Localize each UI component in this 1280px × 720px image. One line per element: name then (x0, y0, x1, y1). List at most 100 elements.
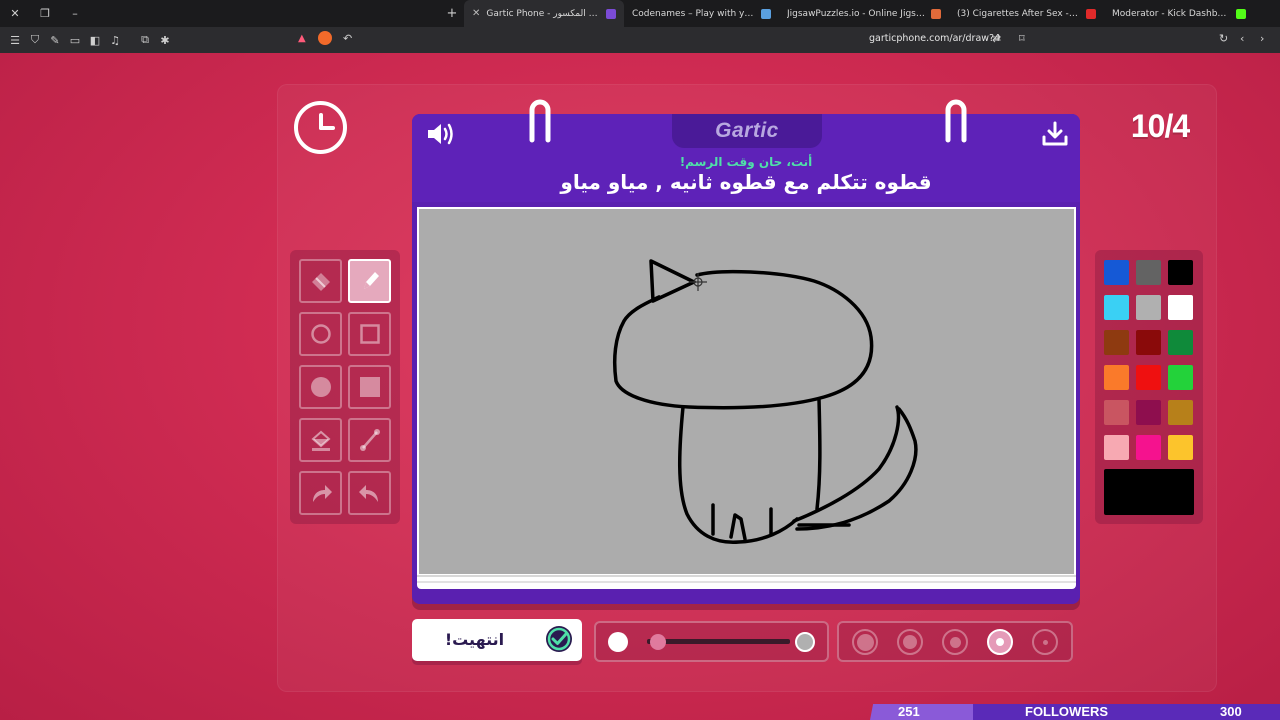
brush-size-option[interactable] (897, 629, 923, 655)
brush-size-dot-icon (856, 633, 874, 651)
square-outline-icon (359, 324, 380, 344)
color-swatch[interactable] (1136, 330, 1161, 355)
puzzle-icon[interactable]: ✱ (155, 34, 175, 47)
forward-icon[interactable]: › (1260, 32, 1264, 45)
gartic-logo: Gartic (715, 119, 779, 142)
rectangle-outline-tool[interactable] (348, 312, 391, 356)
music-icon[interactable]: ♫ (105, 34, 125, 47)
tab-favicon-icon (1086, 8, 1096, 19)
tab-favicon-icon (1236, 8, 1246, 19)
color-swatch[interactable] (1168, 365, 1193, 390)
brush-size-option[interactable] (1032, 629, 1058, 655)
menu-icon[interactable]: ☰ (5, 34, 25, 47)
brush-size-option[interactable] (987, 629, 1013, 655)
followers-goal: 300 (1220, 704, 1242, 719)
circle-fill-icon (310, 377, 331, 397)
reload-icon[interactable]: ↻ (1219, 32, 1228, 45)
download-icon[interactable] (1041, 121, 1069, 147)
color-swatch[interactable] (1104, 330, 1129, 355)
tab-favicon-icon (761, 8, 771, 19)
restore-window-icon[interactable]: ❐ (30, 7, 60, 20)
brush-size-option[interactable] (942, 629, 968, 655)
tab-title: Codenames – Play with your Friends (632, 8, 755, 19)
tab-jigsaw[interactable]: JigsawPuzzles.io - Online Jigsaw Puz (779, 0, 949, 27)
tools-panel (290, 250, 400, 524)
eraser-icon (311, 273, 330, 291)
opacity-low-icon[interactable] (608, 632, 628, 652)
opacity-high-icon[interactable] (795, 632, 815, 652)
color-swatch[interactable] (1104, 295, 1129, 320)
tab-favicon-icon (606, 8, 616, 19)
draw-instruction: أنت، حان وقت الرسم! (679, 155, 813, 169)
bookmark-icon[interactable]: ⌑ (1019, 32, 1025, 45)
browser-tab-bar: ✕ ❐ – + ✕ Gartic Phone - لعبة الهاتف الم… (0, 0, 1280, 27)
fill-bucket-tool[interactable] (299, 418, 342, 462)
pencil-tool[interactable] (348, 259, 391, 303)
drawing-canvas[interactable] (417, 207, 1076, 576)
shield-icon[interactable]: ⛉ (25, 33, 45, 47)
notebook-ring-icon (529, 99, 551, 143)
address-bar[interactable]: garticphone.com/ar/draw?4 (869, 33, 1000, 44)
brush-size-dot-icon (1042, 639, 1048, 645)
circle-outline-icon (310, 324, 331, 344)
color-swatch[interactable] (1136, 435, 1161, 460)
rectangle-fill-tool[interactable] (348, 365, 391, 409)
tab-kick[interactable]: Moderator - Kick Dashboard (1104, 0, 1254, 27)
pencil-icon (363, 272, 379, 289)
back-icon[interactable]: ‹ (1240, 32, 1244, 45)
cat-drawing (612, 259, 918, 544)
browser-toolbar: ☰ ⛉ ✎ ▭ ◧ ♫ ⧉ ✱ ▲ ↶ garticphone.com/ar/d… (0, 27, 1280, 53)
minimize-window-icon[interactable]: – (60, 7, 90, 20)
brave-shield-icon[interactable] (318, 31, 332, 45)
notebook-pages (417, 575, 1076, 589)
color-swatch[interactable] (1168, 330, 1193, 355)
redo-icon (358, 485, 378, 502)
color-swatch[interactable] (1136, 295, 1161, 320)
warning-extension-icon[interactable]: ▲ (298, 33, 306, 44)
brush-size-option[interactable] (852, 629, 878, 655)
color-swatch[interactable] (1168, 400, 1193, 425)
eraser-tool[interactable] (299, 259, 342, 303)
followers-label: FOLLOWERS (1025, 704, 1109, 719)
tab-favicon-icon (931, 8, 941, 19)
color-swatch[interactable] (1168, 260, 1193, 285)
brush-size-dot-icon (903, 635, 917, 649)
circle-fill-tool[interactable] (299, 365, 342, 409)
color-swatch[interactable] (1104, 260, 1129, 285)
color-swatch[interactable] (1136, 400, 1161, 425)
redo-button[interactable] (348, 471, 391, 515)
color-swatch[interactable] (1136, 260, 1161, 285)
tab-gartic[interactable]: ✕ Gartic Phone - لعبة الهاتف المكسور (464, 0, 624, 27)
color-swatch[interactable] (1136, 365, 1161, 390)
followers-progress-fill (870, 704, 973, 720)
tab-title: Moderator - Kick Dashboard (1112, 8, 1230, 19)
back-arrow-icon[interactable]: ↶ (343, 32, 352, 45)
color-swatch[interactable] (1168, 435, 1193, 460)
line-tool[interactable] (348, 418, 391, 462)
sidebar-icon[interactable]: ◧ (85, 34, 105, 47)
color-swatch[interactable] (1104, 435, 1129, 460)
opacity-slider-track[interactable] (647, 639, 790, 644)
opacity-slider-handle[interactable] (650, 634, 666, 650)
timer-hand (319, 126, 335, 130)
color-swatch[interactable] (1104, 400, 1129, 425)
tab-youtube[interactable]: (3) Cigarettes After Sex - K (Nom (949, 0, 1104, 27)
speaker-icon[interactable] (426, 120, 458, 148)
close-window-icon[interactable]: ✕ (0, 7, 30, 20)
tab-title: JigsawPuzzles.io - Online Jigsaw Puz (787, 8, 925, 19)
tabs-icon[interactable]: ▭ (65, 34, 85, 47)
circle-outline-tool[interactable] (299, 312, 342, 356)
crosshair-cursor-icon (689, 273, 707, 291)
undo-button[interactable] (299, 471, 342, 515)
tab-close-icon[interactable]: ✕ (472, 8, 480, 19)
screenshot-icon[interactable]: ⧉ (135, 33, 155, 47)
color-swatch[interactable] (1104, 365, 1129, 390)
extensions-icon[interactable]: ✎ (45, 34, 65, 47)
done-button-label: انتهيت! (444, 630, 505, 649)
new-tab-icon[interactable]: + (440, 6, 464, 21)
tab-codenames[interactable]: Codenames – Play with your Friends (624, 0, 779, 27)
timer-clock-icon (294, 101, 347, 154)
color-swatch[interactable] (1168, 295, 1193, 320)
round-counter: 10/4 (1130, 108, 1190, 144)
translate-icon[interactable]: ⇄ (992, 32, 1001, 45)
